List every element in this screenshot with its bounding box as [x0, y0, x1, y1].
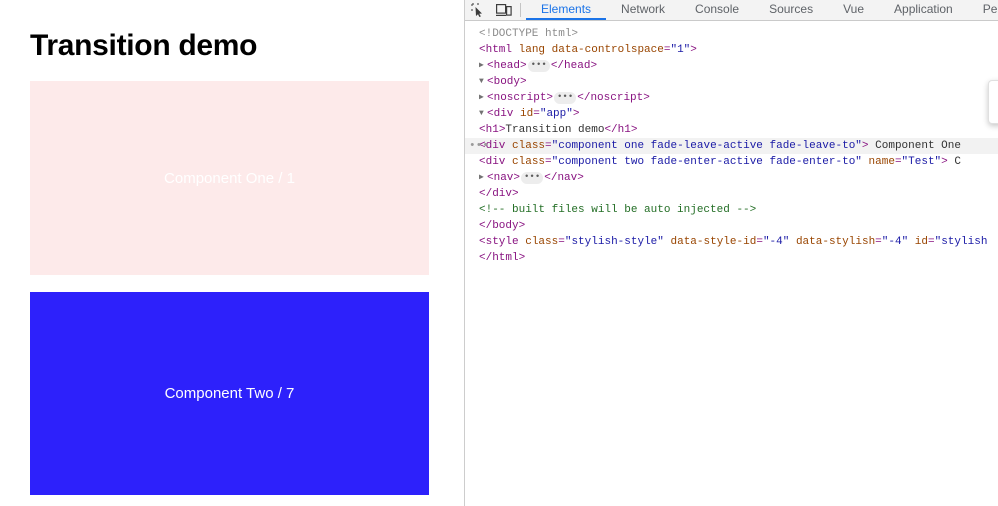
attr-name: name: [868, 156, 895, 168]
tab-network[interactable]: Network: [606, 0, 680, 20]
attr-value: "stylish: [934, 236, 988, 248]
closing-tag: </body>: [479, 220, 526, 232]
tag-name: noscript: [493, 92, 547, 104]
tab-elements[interactable]: Elements: [526, 0, 607, 20]
attr-name: id: [914, 236, 928, 248]
dom-row[interactable]: </div>: [465, 186, 998, 202]
component-two-label: Component Two / 7: [164, 385, 295, 402]
dom-row[interactable]: ▶ <head> ••• </head>: [465, 58, 998, 74]
row-overflow-ellipsis-icon[interactable]: •••: [469, 138, 489, 154]
dom-row[interactable]: <h1>Transition demo</h1>: [465, 122, 998, 138]
attr-value: "component two fade-enter-active fade-en…: [551, 156, 862, 168]
attr-value: "-4": [881, 236, 909, 248]
tag-name: nav: [493, 172, 514, 184]
dom-row[interactable]: ▼ <div id="app">: [465, 106, 998, 122]
attr-name: id: [520, 108, 534, 120]
devtools-tab-bar: Elements Network Console Sources Vue App…: [526, 0, 998, 20]
tag-name: body: [493, 76, 521, 88]
devtools-toolbar: Elements Network Console Sources Vue App…: [465, 0, 998, 21]
closing-tag: </html>: [479, 252, 526, 264]
dom-row[interactable]: <!DOCTYPE html>: [465, 26, 998, 42]
closing-tag: </div>: [479, 188, 519, 200]
text-node: Transition demo: [505, 124, 605, 136]
tag-name: head: [493, 60, 521, 72]
tag-name: style: [485, 236, 519, 248]
component-one-box: Component One / 1: [30, 81, 429, 275]
tab-application[interactable]: Application: [879, 0, 968, 20]
dom-row[interactable]: <html lang data-controlspace="1">: [465, 42, 998, 58]
dom-tree[interactable]: <!DOCTYPE html> <html lang data-controls…: [465, 21, 998, 266]
attr-name: class: [512, 140, 546, 152]
inspect-element-icon[interactable]: [465, 0, 491, 20]
text-node: Component One: [875, 140, 961, 152]
dom-row[interactable]: </html>: [465, 250, 998, 266]
expand-triangle-icon[interactable]: ▶: [479, 58, 487, 74]
collapse-triangle-icon[interactable]: ▼: [479, 74, 487, 90]
expand-triangle-icon[interactable]: ▶: [479, 170, 487, 186]
comment-node: <!-- built files will be auto injected -…: [479, 204, 757, 216]
attr-name: class: [512, 156, 546, 168]
attr-name: data-controlspace: [551, 44, 664, 56]
attr-value: "-4": [762, 236, 790, 248]
component-one-label: Component One / 1: [164, 169, 295, 187]
tag-name: div: [485, 156, 506, 168]
dom-row[interactable]: ▶ <noscript> ••• </noscript>: [465, 90, 998, 106]
dom-row[interactable]: </body>: [465, 218, 998, 234]
tag-name: h1: [617, 124, 631, 136]
attr-name: class: [525, 236, 559, 248]
attr-value: "stylish-style": [564, 236, 664, 248]
tag-name: h1: [485, 124, 499, 136]
expand-triangle-icon[interactable]: ▶: [479, 90, 487, 106]
collapsed-children-icon[interactable]: •••: [554, 92, 577, 104]
tag-name: div: [493, 108, 514, 120]
attr-value: "app": [539, 108, 573, 120]
attr-value: "Test": [901, 156, 942, 168]
dom-row-selected-component-one[interactable]: ••• <div class="component one fade-leave…: [465, 138, 998, 154]
attr-name: lang: [518, 44, 546, 56]
devtools-panel: Elements Network Console Sources Vue App…: [464, 0, 998, 506]
doctype-text: <!DOCTYPE html>: [479, 28, 579, 40]
tab-sources[interactable]: Sources: [754, 0, 828, 20]
device-toolbar-icon[interactable]: [491, 0, 517, 20]
collapsed-children-icon[interactable]: •••: [521, 172, 544, 184]
tab-performance[interactable]: Performa: [968, 0, 998, 20]
tab-console[interactable]: Console: [680, 0, 754, 20]
dom-row[interactable]: <style class="stylish-style" data-style-…: [465, 234, 998, 250]
tag-name: noscript: [590, 92, 644, 104]
tag-name: head: [564, 60, 591, 72]
collapsed-children-icon[interactable]: •••: [527, 60, 550, 72]
dom-row[interactable]: ▶ <nav> ••• </nav>: [465, 170, 998, 186]
dom-row-component-two[interactable]: <div class="component two fade-enter-act…: [465, 154, 998, 170]
toolbar-divider: [520, 3, 521, 17]
attr-name: data-stylish: [795, 236, 876, 248]
attr-name: data-style-id: [670, 236, 757, 248]
rendered-page-pane: Transition demo Component One / 1 Compon…: [0, 0, 464, 506]
tag-name: html: [485, 44, 513, 56]
side-popup-panel[interactable]: [988, 80, 998, 124]
attr-value: "1": [670, 44, 691, 56]
tag-name: nav: [557, 172, 578, 184]
dom-row[interactable]: ▼ <body>: [465, 74, 998, 90]
tab-vue[interactable]: Vue: [828, 0, 879, 20]
collapse-triangle-icon[interactable]: ▼: [479, 106, 487, 122]
text-node: C: [954, 156, 961, 168]
attr-value: "component one fade-leave-active fade-le…: [551, 140, 862, 152]
page-title: Transition demo: [30, 29, 258, 62]
dom-row[interactable]: <!-- built files will be auto injected -…: [465, 202, 998, 218]
component-two-box: Component Two / 7: [30, 292, 429, 495]
